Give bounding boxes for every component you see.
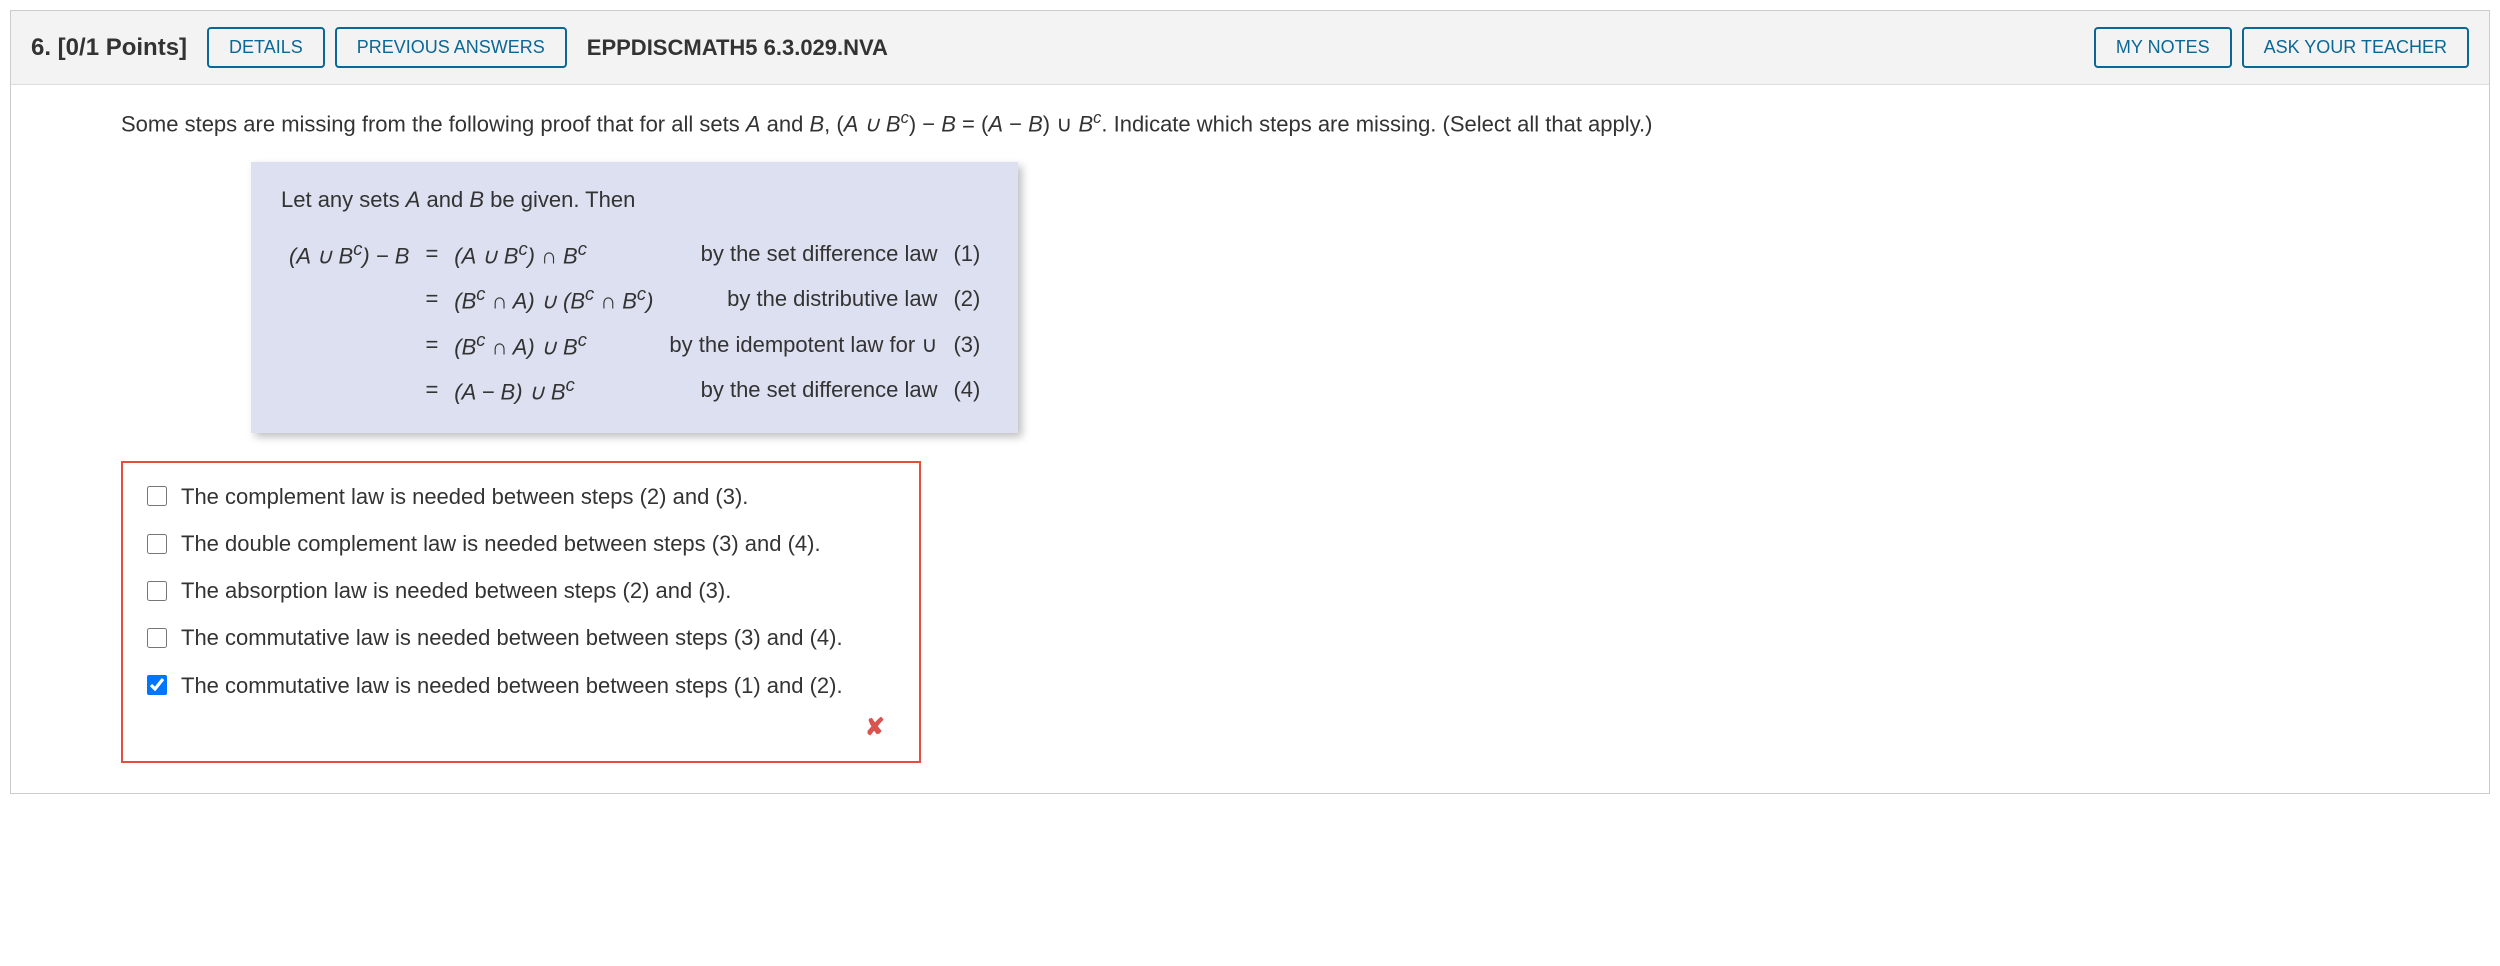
proof-intro: Let any sets A and B be given. Then: [281, 182, 988, 217]
proof-step-number: (1): [945, 231, 988, 277]
prompt-text: . Indicate which steps are missing. (Sel…: [1101, 111, 1652, 136]
previous-answers-button[interactable]: PREVIOUS ANSWERS: [335, 27, 567, 68]
answer-option[interactable]: The absorption law is needed between ste…: [143, 567, 899, 614]
prompt-set-a: A: [988, 111, 1003, 136]
proof-eq: =: [417, 276, 446, 322]
proof-intro-a: A: [406, 187, 421, 212]
proof-reason: by the distributive law: [661, 276, 945, 322]
answer-label: The double complement law is needed betw…: [181, 526, 821, 561]
prompt-text: ) ∪: [1043, 111, 1079, 136]
proof-lhs: [281, 276, 417, 322]
answer-option[interactable]: The commutative law is needed between be…: [143, 614, 899, 661]
proof-eq: =: [417, 367, 446, 413]
proof-intro-text: Let any sets: [281, 187, 406, 212]
details-button[interactable]: DETAILS: [207, 27, 325, 68]
answer-checkbox[interactable]: [147, 486, 167, 506]
proof-intro-text: and: [420, 187, 469, 212]
prompt-set-b: B: [941, 111, 956, 136]
proof-intro-text: be given. Then: [484, 187, 635, 212]
my-notes-button[interactable]: MY NOTES: [2094, 27, 2232, 68]
question-number-points: 6. [0/1 Points]: [31, 34, 187, 62]
proof-reason: by the set difference law: [661, 367, 945, 413]
proof-rhs: (Bc ∩ A) ∪ (Bc ∩ Bc): [446, 276, 661, 322]
answer-label: The complement law is needed between ste…: [181, 479, 748, 514]
answers-box: The complement law is needed between ste…: [121, 461, 921, 763]
incorrect-icon: ✘: [143, 709, 899, 747]
proof-row: =(A − B) ∪ Bcby the set difference law(4…: [281, 367, 988, 413]
proof-eq: =: [417, 231, 446, 277]
prompt-text: ) −: [909, 111, 941, 136]
proof-step-number: (2): [945, 276, 988, 322]
prompt-text: = (: [956, 111, 988, 136]
proof-box: Let any sets A and B be given. Then (A ∪…: [251, 162, 1018, 433]
question-code: EPPDISCMATH5 6.3.029.NVA: [587, 35, 888, 61]
proof-row: =(Bc ∩ A) ∪ Bcby the idempotent law for …: [281, 322, 988, 368]
proof-rhs: (A − B) ∪ Bc: [446, 367, 661, 413]
prompt-set-a: A: [746, 111, 761, 136]
answer-checkbox[interactable]: [147, 581, 167, 601]
ask-teacher-button[interactable]: ASK YOUR TEACHER: [2242, 27, 2469, 68]
proof-step-number: (4): [945, 367, 988, 413]
answer-checkbox[interactable]: [147, 628, 167, 648]
prompt-text: and: [761, 111, 810, 136]
prompt-set-b: B: [1078, 111, 1093, 136]
proof-step-number: (3): [945, 322, 988, 368]
prompt-set-b: B: [1028, 111, 1043, 136]
answer-option[interactable]: The double complement law is needed betw…: [143, 520, 899, 567]
question-container: 6. [0/1 Points] DETAILS PREVIOUS ANSWERS…: [10, 10, 2490, 794]
proof-lhs: (A ∪ Bc) − B: [281, 231, 417, 277]
proof-row: =(Bc ∩ A) ∪ (Bc ∩ Bc)by the distributive…: [281, 276, 988, 322]
proof-reason: by the idempotent law for ∪: [661, 322, 945, 368]
answer-label: The commutative law is needed between be…: [181, 668, 843, 703]
question-body: Some steps are missing from the followin…: [11, 85, 2489, 793]
prompt-set-b: B: [809, 111, 824, 136]
prompt-text: , (: [824, 111, 844, 136]
prompt-text: Some steps are missing from the followin…: [121, 111, 746, 136]
prompt-text: −: [1003, 111, 1028, 136]
question-prompt: Some steps are missing from the followin…: [121, 105, 2459, 142]
answer-option[interactable]: The commutative law is needed between be…: [143, 662, 899, 709]
proof-table: (A ∪ Bc) − B=(A ∪ Bc) ∩ Bcby the set dif…: [281, 231, 988, 413]
proof-rhs: (A ∪ Bc) ∩ Bc: [446, 231, 661, 277]
answer-label: The absorption law is needed between ste…: [181, 573, 731, 608]
prompt-expr: A ∪ B: [844, 111, 901, 136]
proof-rhs: (Bc ∩ A) ∪ Bc: [446, 322, 661, 368]
answer-checkbox[interactable]: [147, 675, 167, 695]
proof-lhs: [281, 367, 417, 413]
answer-label: The commutative law is needed between be…: [181, 620, 843, 655]
proof-eq: =: [417, 322, 446, 368]
answer-checkbox[interactable]: [147, 534, 167, 554]
proof-reason: by the set difference law: [661, 231, 945, 277]
answer-option[interactable]: The complement law is needed between ste…: [143, 473, 899, 520]
prompt-sup: c: [901, 109, 909, 127]
question-header: 6. [0/1 Points] DETAILS PREVIOUS ANSWERS…: [11, 11, 2489, 85]
proof-lhs: [281, 322, 417, 368]
proof-intro-b: B: [469, 187, 484, 212]
proof-row: (A ∪ Bc) − B=(A ∪ Bc) ∩ Bcby the set dif…: [281, 231, 988, 277]
